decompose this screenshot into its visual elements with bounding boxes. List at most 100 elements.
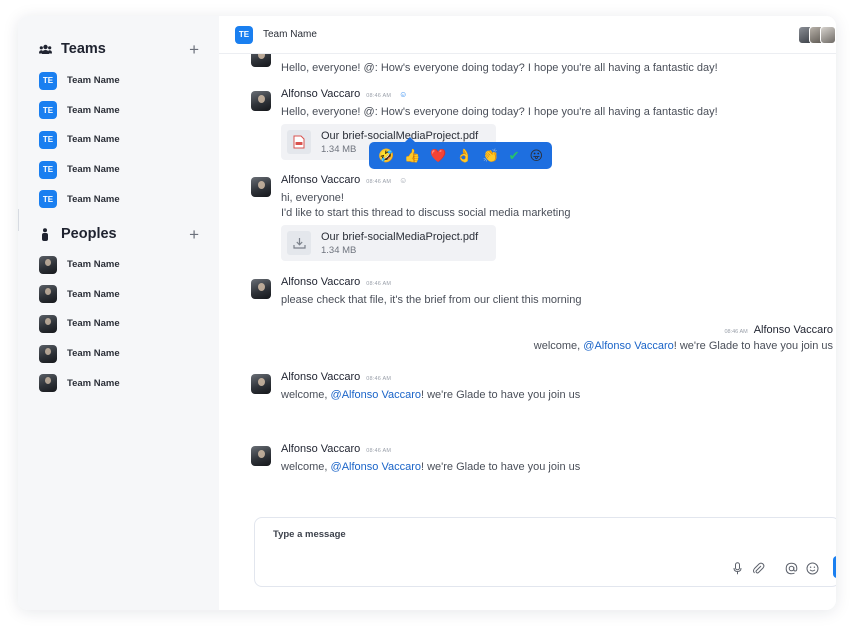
sidebar-item-label: Team Name — [67, 104, 120, 116]
message-text-suffix: ! we're Glade to have you join us — [420, 461, 581, 473]
message-composer[interactable]: Type a message — [254, 517, 836, 587]
sidebar: Teams + TE Team Name TE Team Name TE Tea… — [18, 16, 219, 610]
message-author[interactable]: Alfonso Vaccaro — [281, 88, 360, 100]
heart-emoji-button[interactable]: ❤️ — [430, 149, 446, 162]
thumbs-up-emoji-button[interactable]: 👍 — [404, 149, 420, 162]
mention-link[interactable]: @Alfonso Vaccaro — [331, 389, 421, 401]
message-text: welcome, @Alfonso Vaccaro! we're Glade t… — [281, 388, 836, 403]
team-badge: TE — [39, 71, 57, 90]
avatar — [251, 446, 271, 466]
add-reaction-icon[interactable]: ☺ — [399, 90, 407, 99]
team-badge: TE — [39, 160, 57, 179]
group-icon — [38, 42, 52, 56]
app-window: Teams + TE Team Name TE Team Name TE Tea… — [18, 16, 836, 610]
message-item: Hello, everyone! @: How's everyone doing… — [251, 54, 836, 76]
sidebar-item-label: Team Name — [67, 193, 120, 205]
download-icon — [287, 231, 311, 255]
sidebar-item-label: Team Name — [67, 164, 120, 176]
sidebar-item-label: Team Name — [67, 134, 120, 146]
message-item: Alfonso Vaccaro 08:46 AM ☺ hi, everyone!… — [251, 174, 836, 261]
chat-header: TE Team Name — [219, 16, 836, 54]
message-list[interactable]: Hello, everyone! @: How's everyone doing… — [219, 54, 836, 514]
teams-section-header: Teams + — [38, 39, 199, 59]
avatar — [251, 374, 271, 394]
chat-title: Team Name — [263, 29, 317, 40]
sidebar-item-label: Team Name — [67, 318, 120, 330]
sidebar-item-person[interactable]: Team Name — [39, 339, 209, 369]
message-text-prefix: welcome, — [281, 389, 331, 401]
chat-panel: TE Team Name Hello, everyone! @: How's e… — [219, 16, 836, 610]
message-text: please check that file, it's the brief f… — [281, 294, 582, 306]
sidebar-item-label: Team Name — [67, 348, 120, 360]
add-reaction-icon[interactable]: ☺ — [399, 176, 407, 185]
team-badge: TE — [39, 101, 57, 120]
peoples-section-header: Peoples + — [38, 224, 199, 244]
message-time: 08:46 AM — [724, 329, 748, 335]
peoples-title: Peoples — [61, 226, 117, 242]
peoples-list: Team Name Team Name Team Name Team Name … — [39, 250, 209, 398]
sidebar-item-team[interactable]: TE Team Name — [39, 184, 209, 214]
tongue-emoji-button[interactable]: 😛 — [529, 149, 543, 162]
avatar — [251, 279, 271, 299]
at-icon[interactable] — [785, 562, 798, 575]
avatar — [251, 177, 271, 197]
microphone-icon[interactable] — [731, 562, 744, 575]
message-author[interactable]: Alfonso Vaccaro — [281, 174, 360, 186]
member-avatars[interactable] — [798, 26, 836, 44]
mention-link[interactable]: @Alfonso Vaccaro — [331, 461, 421, 473]
sidebar-item-person[interactable]: Team Name — [39, 368, 209, 398]
message-item: Alfonso Vaccaro 08:46 AM welcome, @Alfon… — [251, 443, 836, 475]
file-attachment[interactable]: Our brief-socialMediaProject.pdf 1.34 MB — [281, 225, 496, 261]
send-button[interactable] — [833, 556, 836, 578]
reaction-picker: 🤣 👍 ❤️ 👌 👏 ✔ 😛 — [369, 137, 552, 169]
sidebar-item-person[interactable]: Team Name — [39, 280, 209, 310]
sidebar-item-label: Team Name — [67, 288, 120, 300]
sidebar-divider-marker — [18, 209, 19, 231]
message-text-suffix: ! we're Glade to have you join us — [673, 340, 833, 352]
avatar — [251, 54, 271, 67]
message-text: I'd like to start this thread to discuss… — [281, 207, 571, 219]
sidebar-item-person[interactable]: Team Name — [39, 309, 209, 339]
avatar — [820, 26, 836, 44]
sidebar-item-team[interactable]: TE Team Name — [39, 96, 209, 126]
message-text: welcome, @Alfonso Vaccaro! we're Glade t… — [281, 460, 836, 475]
sidebar-item-label: Team Name — [67, 259, 120, 271]
avatar — [39, 285, 57, 304]
avatar — [39, 255, 57, 274]
message-item: Alfonso Vaccaro 08:46 AM please check th… — [251, 276, 836, 308]
message-text: Hello, everyone! @: How's everyone doing… — [281, 62, 718, 74]
mention-link[interactable]: @Alfonso Vaccaro — [583, 340, 673, 352]
clap-emoji-button[interactable]: 👏 — [482, 149, 498, 162]
team-badge: TE — [235, 25, 253, 44]
message-text: Hello, everyone! @: How's everyone doing… — [281, 106, 718, 118]
message-text-suffix: ! we're Glade to have you join us — [420, 389, 581, 401]
message-time: 08:46 AM — [366, 179, 392, 185]
sidebar-item-label: Team Name — [67, 75, 120, 87]
message-text: hi, everyone! — [281, 192, 344, 204]
paperclip-icon[interactable] — [752, 562, 765, 575]
message-time: 08:46 AM — [366, 281, 392, 287]
sidebar-item-team[interactable]: TE Team Name — [39, 155, 209, 185]
sidebar-item-team[interactable]: TE Team Name — [39, 125, 209, 155]
message-author[interactable]: Alfonso Vaccaro — [754, 324, 833, 336]
file-name: Our brief-socialMediaProject.pdf — [321, 230, 479, 243]
add-team-button[interactable]: + — [189, 41, 199, 58]
team-badge: TE — [39, 130, 57, 149]
check-emoji-button[interactable]: ✔ — [509, 149, 520, 162]
smiley-icon[interactable] — [806, 562, 819, 575]
ok-hand-emoji-button[interactable]: 👌 — [456, 149, 472, 162]
avatar — [39, 314, 57, 333]
avatar — [39, 374, 57, 393]
rofl-emoji-button[interactable]: 🤣 — [378, 149, 394, 162]
message-time: 08:46 AM — [366, 376, 392, 382]
sidebar-item-team[interactable]: TE Team Name — [39, 66, 209, 96]
pdf-file-icon — [287, 130, 311, 154]
message-author[interactable]: Alfonso Vaccaro — [281, 276, 360, 288]
add-people-button[interactable]: + — [189, 226, 199, 243]
message-input[interactable]: Type a message — [273, 529, 346, 540]
avatar — [251, 91, 271, 111]
message-author[interactable]: Alfonso Vaccaro — [281, 371, 360, 383]
message-text-prefix: welcome, — [281, 461, 331, 473]
sidebar-item-person[interactable]: Team Name — [39, 250, 209, 280]
message-author[interactable]: Alfonso Vaccaro — [281, 443, 360, 455]
